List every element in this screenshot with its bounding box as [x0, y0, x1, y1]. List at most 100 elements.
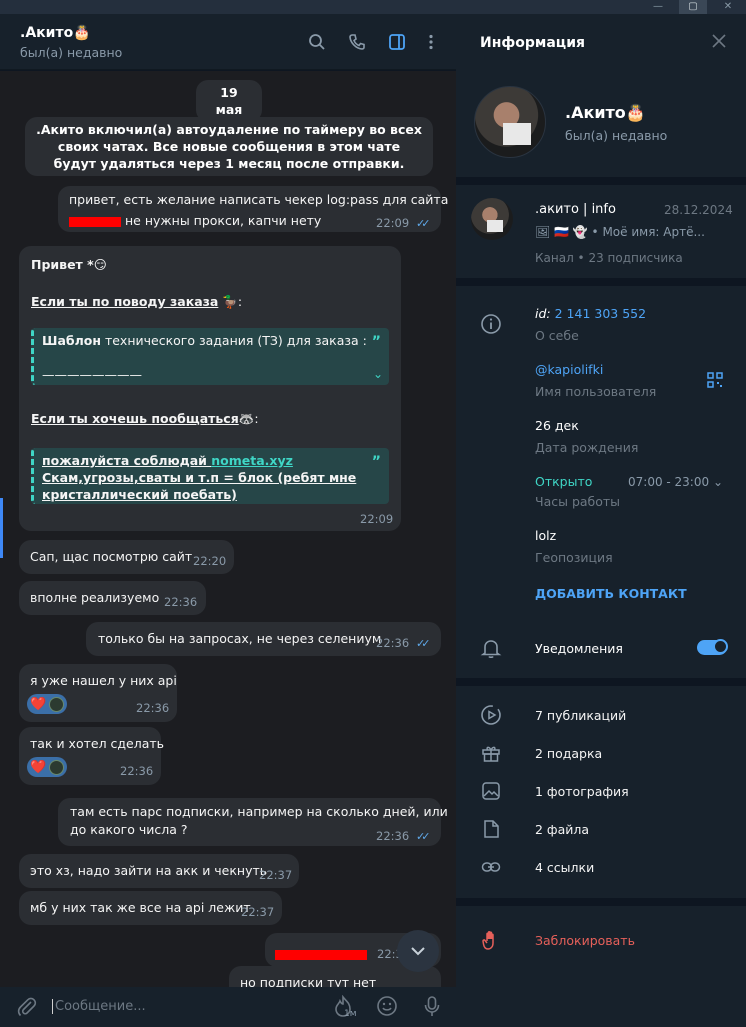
message-composer: Сообщение... 1м	[0, 987, 456, 1027]
avatar-photo-detail	[503, 123, 531, 145]
profile-status: был(а) недавно	[565, 128, 668, 143]
message-time: 22:36	[164, 595, 198, 609]
phone-icon[interactable]	[346, 31, 368, 53]
about-label: О себе	[535, 328, 579, 343]
chat-header: .Акито🎂 был(а) недавно	[0, 14, 456, 70]
reaction-badge[interactable]: ❤️	[27, 757, 68, 777]
heart-icon: ❤️	[30, 696, 47, 712]
message-list[interactable]: 19 мая .Акито включил(а) автоудаление по…	[0, 71, 456, 987]
add-contact-button[interactable]: ДОБАВИТЬ КОНТАКТ	[535, 586, 687, 601]
incoming-message[interactable]: Привет *😏 Если ты по поводу заказа 🦆: Ша…	[19, 246, 401, 531]
working-hours-label: Часы работы	[535, 494, 621, 509]
message-text-2: не нужны прокси, капчи нету	[124, 213, 322, 228]
sidebar-toggle-icon[interactable]	[386, 31, 408, 53]
message-time: 22:09	[376, 216, 410, 230]
photos-row[interactable]: 1 фотография	[535, 784, 629, 799]
quote-line: Шаблон технического задания (ТЗ) для зак…	[42, 332, 381, 349]
redacted-mark	[275, 949, 367, 960]
incoming-message[interactable]: Сап, щас посмотрю сайт 22:20	[19, 540, 234, 574]
block-user-button[interactable]: Заблокировать	[535, 933, 635, 948]
chevron-down-icon	[411, 947, 425, 956]
message-text: вполне реализуемо	[30, 590, 160, 605]
gifts-row[interactable]: 2 подарка	[535, 746, 602, 761]
message-text: Сап, щас посмотрю сайт	[30, 549, 193, 564]
publications-icon	[480, 704, 502, 726]
files-row[interactable]: 2 файла	[535, 822, 589, 837]
outgoing-message[interactable]: только бы на запросах, не через селениум…	[86, 622, 441, 656]
qr-code-icon[interactable]	[706, 371, 724, 393]
read-check-icon: ✓✓	[416, 637, 431, 650]
close-window-button[interactable]: ✕	[714, 0, 742, 14]
minimize-button[interactable]: —	[644, 0, 672, 14]
outgoing-message[interactable]: привет, есть желание написать чекер log:…	[58, 186, 448, 232]
working-hours-dropdown[interactable]: 07:00 - 23:00 ⌄	[628, 475, 723, 489]
expand-chevron-icon[interactable]: ⌄	[373, 366, 383, 383]
read-check-icon: ✓✓	[416, 830, 431, 843]
profile-avatar[interactable]	[474, 86, 546, 158]
maximize-button[interactable]: ▢	[679, 0, 707, 14]
chat-panel: .Акито🎂 был(а) недавно 19 мая .Акито вкл…	[0, 14, 456, 1027]
message-time: 22:36	[120, 764, 154, 778]
order-heading-suffix: :	[237, 294, 243, 309]
rules-line: пожалуйста соблюдай nometa.xyz	[42, 452, 381, 469]
message-text: привет, есть желание написать чекер log:…	[69, 192, 449, 207]
message-text: там есть парс подписки, например на скол…	[70, 804, 448, 819]
user-id[interactable]: id: 2 141 303 552	[535, 306, 646, 321]
channel-date: 28.12.2024	[664, 203, 733, 217]
more-vertical-icon[interactable]	[420, 31, 442, 53]
channel-avatar	[471, 198, 513, 240]
username-label: Имя пользователя	[535, 384, 657, 399]
microphone-icon[interactable]	[422, 995, 442, 1021]
message-text: только бы на запросах, не через селениум	[98, 631, 382, 646]
chat-heading-text: Если ты хочешь пообщаться	[31, 411, 239, 426]
publications-row[interactable]: 7 публикаций	[535, 708, 626, 723]
chat-name-text: .Акито	[20, 25, 74, 41]
notifications-label: Уведомления	[535, 641, 623, 656]
avatar-photo-detail	[487, 220, 503, 232]
emoji-icon[interactable]	[376, 995, 398, 1021]
outgoing-message[interactable]: там есть парс подписки, например на скол…	[58, 798, 448, 846]
sticker-emoji-2: 🦝	[238, 411, 255, 426]
message-input[interactable]: Сообщение...	[52, 999, 146, 1014]
incoming-message[interactable]: это хз, надо зайти на акк и чекнуть 22:3…	[19, 854, 299, 888]
close-icon[interactable]	[711, 33, 727, 53]
template-quote[interactable]: Шаблон технического задания (ТЗ) для зак…	[31, 328, 389, 385]
unread-indicator	[0, 498, 3, 558]
order-heading: Если ты по поводу заказа 🦆:	[31, 293, 242, 310]
message-text: я уже нашел у них api	[30, 673, 177, 688]
username-value[interactable]: @kapiolifki	[535, 362, 603, 377]
search-icon[interactable]	[306, 31, 328, 53]
rules-prefix: пожалуйста соблюдай	[42, 453, 212, 468]
incoming-message[interactable]: так и хотел сделать ❤️ 22:36	[19, 727, 164, 785]
timer-icon[interactable]: 1м	[332, 994, 357, 1023]
redacted-mark	[69, 216, 121, 227]
profile-name-text: .Акито	[565, 103, 626, 122]
chat-heading: Если ты хочешь пообщаться🦝:	[31, 410, 259, 427]
id-label: id:	[535, 306, 551, 321]
birthday-label: Дата рождения	[535, 440, 639, 455]
notifications-toggle[interactable]	[697, 639, 728, 655]
info-icon	[480, 313, 502, 335]
cake-emoji: 🎂	[625, 103, 646, 122]
scroll-down-button[interactable]	[397, 930, 439, 972]
chat-title[interactable]: .Акито🎂	[20, 25, 91, 41]
info-title: Информация	[480, 35, 585, 51]
reaction-badge[interactable]: ❤️	[27, 694, 68, 714]
message-time: 22:09	[360, 512, 394, 526]
incoming-message[interactable]: вполне реализуемо 22:36	[19, 581, 206, 615]
divider	[456, 678, 746, 686]
attach-icon[interactable]	[16, 996, 38, 1022]
rules-quote[interactable]: пожалуйста соблюдай nometa.xyz Скам,угро…	[31, 448, 389, 504]
heart-icon: ❤️	[30, 759, 47, 775]
message-text: но подписки тут нет	[240, 975, 377, 987]
incoming-message[interactable]: я уже нашел у них api ❤️ 22:36	[19, 664, 177, 722]
incoming-message[interactable]: мб у них так же все на api лежит 22:37	[19, 891, 282, 925]
greeting-word: Привет	[31, 257, 83, 272]
chat-status: был(а) недавно	[20, 45, 123, 60]
message-text: мб у них так же все на api лежит	[30, 900, 251, 915]
location-value: lolz	[535, 528, 557, 543]
nometa-link[interactable]: nometa.xyz	[211, 453, 293, 468]
links-row[interactable]: 4 ссылки	[535, 860, 594, 875]
channel-name: .акито | info	[535, 202, 616, 217]
bell-icon	[480, 637, 502, 659]
